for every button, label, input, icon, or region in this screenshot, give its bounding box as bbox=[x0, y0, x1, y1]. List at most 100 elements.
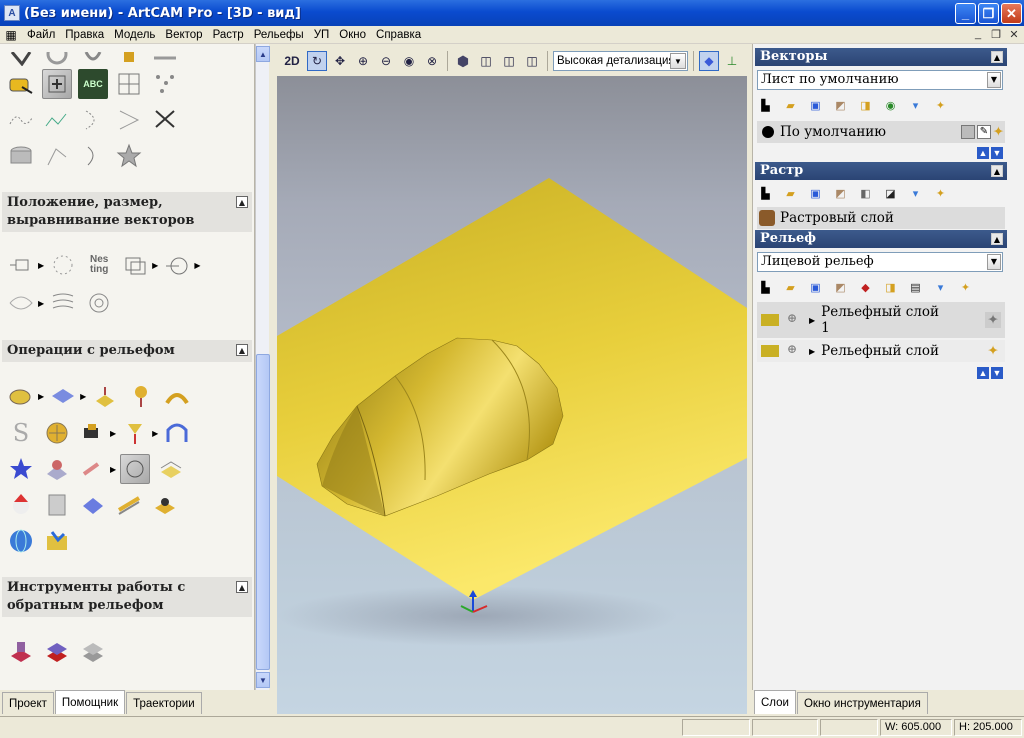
photo-relief-icon[interactable] bbox=[120, 454, 151, 484]
relief-layer-1[interactable]: ⊕ ▶ Рельефный слой 1 ✦ bbox=[757, 302, 1005, 338]
zoom-fit-icon[interactable]: ⊗ bbox=[422, 51, 442, 71]
expand-arrow-icon[interactable]: ▶ bbox=[152, 429, 158, 438]
expand-arrow-icon[interactable]: ▶ bbox=[809, 347, 815, 356]
clipart-icon[interactable] bbox=[42, 526, 72, 556]
lightbulb-icon[interactable]: ✦ bbox=[932, 185, 949, 202]
weave-icon[interactable] bbox=[42, 418, 72, 448]
santa-icon[interactable] bbox=[6, 490, 36, 520]
top-view-icon[interactable]: ◫ bbox=[522, 51, 542, 71]
merge-icon[interactable]: ◩ bbox=[832, 185, 849, 202]
position-icon[interactable] bbox=[6, 250, 36, 280]
collapse-icon[interactable]: ▲ bbox=[991, 51, 1003, 63]
collapse-icon[interactable]: ▲ bbox=[236, 344, 248, 356]
chevron-down-icon[interactable]: ▼ bbox=[987, 72, 1001, 88]
lightbulb-off-icon[interactable]: ✦ bbox=[985, 312, 1001, 328]
side-view-icon[interactable]: ◫ bbox=[499, 51, 519, 71]
menu-reliefs[interactable]: Рельефы bbox=[249, 27, 309, 43]
reverse-layer-icon[interactable] bbox=[42, 636, 72, 666]
film-icon[interactable]: ▤ bbox=[907, 279, 924, 296]
spiral-icon[interactable] bbox=[84, 288, 114, 318]
save-icon[interactable]: ▣ bbox=[807, 97, 824, 114]
expand-arrow-icon[interactable]: ▶ bbox=[194, 261, 200, 270]
menu-edit[interactable]: Правка bbox=[60, 27, 109, 43]
front-view-icon[interactable]: ◫ bbox=[476, 51, 496, 71]
star-icon[interactable] bbox=[114, 141, 144, 171]
scissors-icon[interactable] bbox=[150, 105, 180, 135]
iso-view-icon[interactable]: ⬢ bbox=[453, 51, 473, 71]
tab-layers[interactable]: Слои bbox=[754, 690, 796, 714]
menu-help[interactable]: Справка bbox=[371, 27, 426, 43]
star-relief-icon[interactable] bbox=[6, 454, 36, 484]
mdi-minimize-button[interactable]: _ bbox=[970, 27, 986, 41]
pan-icon[interactable]: ✥ bbox=[330, 51, 350, 71]
center-icon[interactable] bbox=[162, 250, 192, 280]
lock-icon[interactable] bbox=[961, 125, 975, 139]
collapse-icon[interactable]: ▲ bbox=[991, 233, 1003, 245]
shaded-view-icon[interactable]: ◆ bbox=[699, 51, 719, 71]
scroll-up-icon[interactable]: ▲ bbox=[256, 46, 270, 62]
save-icon[interactable]: ▣ bbox=[807, 279, 824, 296]
minimize-button[interactable]: _ bbox=[955, 3, 976, 24]
offset-relief-icon[interactable] bbox=[42, 490, 72, 520]
section-reverse-relief[interactable]: Инструменты работы с обратным рельефом ▲ bbox=[2, 577, 252, 617]
pen-icon[interactable]: ✎ bbox=[977, 125, 991, 139]
menu-toolpaths[interactable]: УП bbox=[309, 27, 335, 43]
restore-button[interactable]: ❐ bbox=[978, 3, 999, 24]
sculpt-icon[interactable] bbox=[120, 418, 150, 448]
lightbulb-icon[interactable]: ✦ bbox=[985, 343, 1001, 359]
move-down-icon[interactable]: ▼ bbox=[991, 367, 1003, 379]
angle-icon[interactable] bbox=[114, 105, 144, 135]
measure-icon[interactable] bbox=[6, 69, 36, 99]
properties-icon[interactable]: ◨ bbox=[882, 279, 899, 296]
globe-icon[interactable] bbox=[6, 526, 36, 556]
move-up-icon[interactable]: ▲ bbox=[977, 147, 989, 159]
expand-arrow-icon[interactable]: ▶ bbox=[152, 261, 158, 270]
close-button[interactable]: ✕ bbox=[1001, 3, 1022, 24]
grayscale-icon[interactable]: ◧ bbox=[857, 185, 874, 202]
zoom-out-icon[interactable]: ⊖ bbox=[376, 51, 396, 71]
lightbulb-icon[interactable]: ✦ bbox=[957, 279, 974, 296]
section-vector-position[interactable]: Положение, размер, выравнивание векторов… bbox=[2, 192, 252, 232]
s-curve-icon[interactable]: S bbox=[6, 418, 36, 448]
shape-editor-icon[interactable] bbox=[6, 381, 36, 411]
open-folder-icon[interactable]: ▰ bbox=[782, 279, 799, 296]
layer-blend-icon[interactable] bbox=[156, 454, 186, 484]
smooth-relief-icon[interactable] bbox=[78, 418, 108, 448]
expand-arrow-icon[interactable]: ▶ bbox=[80, 392, 86, 401]
scroll-thumb[interactable] bbox=[256, 354, 270, 670]
relief-mode-icon[interactable]: ⊕ bbox=[787, 342, 805, 360]
reverse-relief-icon[interactable] bbox=[6, 636, 36, 666]
vector-sheet-select[interactable]: Лист по умолчанию ▼ bbox=[757, 70, 1003, 90]
2d-view-button[interactable]: 2D bbox=[280, 51, 304, 71]
blend-relief-icon[interactable] bbox=[114, 490, 144, 520]
raster-header[interactable]: Растр ▲ bbox=[755, 162, 1007, 180]
open-folder-icon[interactable]: ▰ bbox=[782, 185, 799, 202]
delete-icon[interactable]: ▾ bbox=[932, 279, 949, 296]
detail-level-select[interactable]: Высокая детализация ▼ bbox=[553, 51, 688, 71]
mdi-close-button[interactable]: ✕ bbox=[1006, 27, 1022, 41]
mdi-restore-button[interactable]: ❐ bbox=[988, 27, 1004, 41]
delete-icon[interactable]: ▾ bbox=[907, 97, 924, 114]
menu-vector[interactable]: Вектор bbox=[160, 27, 207, 43]
texture-icon[interactable] bbox=[48, 288, 78, 318]
nesting-icon[interactable]: Nes ting bbox=[84, 250, 114, 280]
expand-arrow-icon[interactable]: ▶ bbox=[110, 429, 116, 438]
chevron-down-icon[interactable]: ▼ bbox=[987, 254, 1001, 270]
tab-toolbox[interactable]: Окно инструментария bbox=[796, 692, 928, 714]
spin-relief-icon[interactable] bbox=[126, 381, 156, 411]
tab-toolpaths[interactable]: Траектории bbox=[126, 692, 202, 714]
slice-relief-icon[interactable] bbox=[78, 490, 108, 520]
plane-icon[interactable] bbox=[48, 381, 78, 411]
vectors-header[interactable]: Векторы ▲ bbox=[755, 48, 1007, 66]
expand-arrow-icon[interactable]: ▶ bbox=[38, 299, 44, 308]
extrude-relief-icon[interactable] bbox=[90, 381, 120, 411]
merge-icon[interactable]: ◩ bbox=[832, 279, 849, 296]
collapse-icon[interactable]: ▲ bbox=[991, 165, 1003, 177]
tile-icon[interactable] bbox=[120, 250, 150, 280]
lightbulb-icon[interactable]: ✦ bbox=[932, 97, 949, 114]
collapse-icon[interactable]: ▲ bbox=[236, 581, 248, 593]
move-down-icon[interactable]: ▼ bbox=[991, 147, 1003, 159]
new-relief-icon[interactable]: ▙ bbox=[757, 279, 774, 296]
relief-header[interactable]: Рельеф ▲ bbox=[755, 230, 1007, 248]
reverse-stack-icon[interactable] bbox=[78, 636, 108, 666]
